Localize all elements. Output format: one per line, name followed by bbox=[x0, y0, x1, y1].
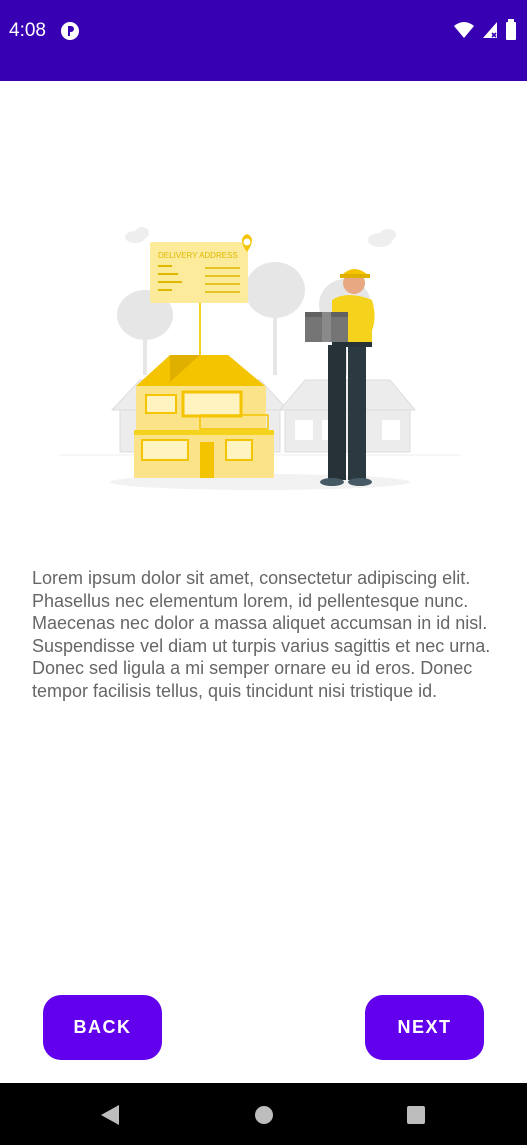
status-time: 4:08 bbox=[9, 20, 46, 41]
onboarding-description: Lorem ipsum dolor sit amet, consectetur … bbox=[32, 568, 491, 701]
card-title: DELIVERY ADDRESS bbox=[158, 251, 238, 260]
home-circle-icon[interactable] bbox=[253, 1103, 275, 1132]
package-box bbox=[305, 312, 348, 342]
next-button[interactable]: NEXT bbox=[365, 995, 484, 1060]
recents-square-icon[interactable] bbox=[405, 1103, 427, 1132]
battery-icon bbox=[505, 19, 517, 46]
delivery-illustration: DELIVERY ADDRESS bbox=[60, 220, 460, 500]
cellular-signal-icon bbox=[481, 20, 499, 45]
back-button[interactable]: BACK bbox=[43, 995, 162, 1060]
system-nav-bar bbox=[0, 1083, 527, 1145]
wifi-icon bbox=[453, 20, 475, 45]
status-icons bbox=[453, 19, 517, 46]
status-bar: 4:08 bbox=[0, 0, 527, 81]
back-triangle-icon[interactable] bbox=[99, 1103, 121, 1132]
notification-app-icon bbox=[60, 21, 80, 46]
